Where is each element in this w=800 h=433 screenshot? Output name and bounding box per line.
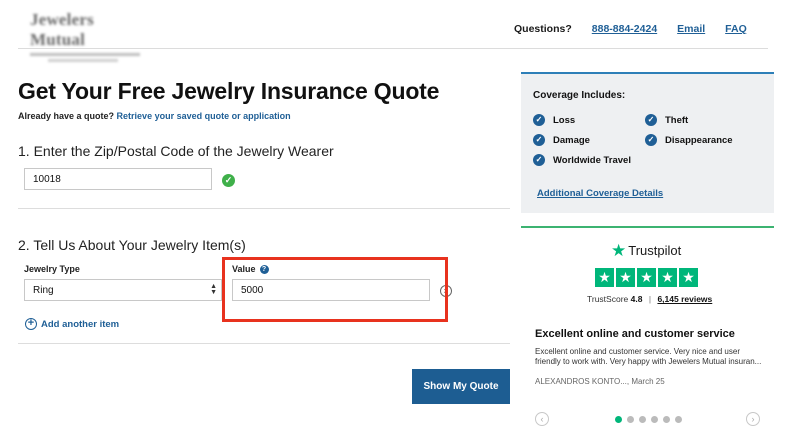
top-nav: Questions? 888-884-2424 Email FAQ [514,23,747,35]
additional-coverage-link[interactable]: Additional Coverage Details [537,188,663,199]
coverage-item-label: Damage [553,134,590,146]
coverage-item-label: Worldwide Travel [553,154,631,166]
carousel-prev-icon[interactable]: ‹ [535,412,549,426]
jewelers-mutual-logo[interactable]: Jewelers Mutual [30,10,150,62]
review-text: Excellent online and customer service. V… [535,347,762,366]
review-title: Excellent online and customer service [535,328,735,340]
trustpilot-name: Trustpilot [628,243,682,258]
carousel-dot[interactable] [627,416,634,423]
show-my-quote-button[interactable]: Show My Quote [412,369,510,404]
coverage-item: ✓ Damage [533,134,590,146]
jewelry-type-select[interactable]: Ring ▲ ▼ [24,279,222,301]
check-circle-icon: ✓ [645,114,657,126]
trustscore-line: TrustScore 4.8 | 6,145 reviews [587,294,712,304]
star-icon: ★ [595,268,614,287]
check-circle-icon: ✓ [533,134,545,146]
separator: | [648,294,652,304]
email-link[interactable]: Email [677,23,705,35]
carousel-dot[interactable] [651,416,658,423]
coverage-item: ✓ Worldwide Travel [533,154,631,166]
logo-tagline-line [48,59,118,62]
check-circle-icon: ✓ [645,134,657,146]
star-icon: ★ [679,268,698,287]
section-divider [18,208,510,209]
header-divider [18,48,768,49]
plus-circle-icon: + [25,318,37,330]
page-title: Get Your Free Jewelry Insurance Quote [18,78,440,104]
coverage-item-label: Theft [665,114,689,126]
coverage-item: ✓ Loss [533,114,575,126]
retrieve-quote-link[interactable]: Retrieve your saved quote or application [117,111,291,121]
retrieve-quote-prefix: Already have a quote? [18,111,115,121]
step2-heading: 2. Tell Us About Your Jewelry Item(s) [18,237,246,253]
retrieve-quote-line: Already have a quote? Retrieve your save… [18,111,291,121]
select-updown-icon: ▲ ▼ [210,283,217,296]
value-highlight-box [222,257,448,322]
check-circle-icon: ✓ [533,154,545,166]
star-icon: ★ [658,268,677,287]
carousel-dot[interactable] [663,416,670,423]
zip-code-input[interactable]: 10018 [24,168,212,190]
add-item-link[interactable]: + Add another item [25,318,119,330]
coverage-item-label: Loss [553,114,576,126]
coverage-panel: Coverage Includes: ✓ Loss ✓ Damage ✓ Wor… [521,72,774,213]
trustscore-label: TrustScore [587,294,629,304]
reviews-count-link[interactable]: 6,145 reviews [657,294,712,304]
add-item-label: Add another item [41,318,120,330]
step1-heading: 1. Enter the Zip/Postal Code of the Jewe… [18,143,334,159]
carousel-next-icon[interactable]: › [746,412,760,426]
jewelry-type-label: Jewelry Type [24,264,80,274]
trustpilot-rating-stars: ★ ★ ★ ★ ★ [595,268,700,287]
phone-link[interactable]: 888-884-2424 [592,23,657,35]
coverage-item: ✓ Disappearance [645,134,733,146]
zip-valid-check-icon: ✓ [222,174,235,187]
coverage-title: Coverage Includes: [533,90,626,101]
trustpilot-brand[interactable]: ★ Trustpilot [611,242,681,259]
check-circle-icon: ✓ [533,114,545,126]
questions-label: Questions? [514,23,572,35]
trustpilot-star-icon: ★ [611,241,627,260]
coverage-item-label: Disappearance [665,134,733,146]
logo-tagline-line [30,53,140,56]
coverage-item: ✓ Theft [645,114,688,126]
carousel-dot[interactable] [639,416,646,423]
carousel-dots [615,416,687,423]
trustpilot-widget: ★ Trustpilot ★ ★ ★ ★ ★ TrustScore 4.8 | … [521,226,774,433]
carousel-dot-active[interactable] [615,416,622,423]
section-divider [18,343,510,344]
star-icon: ★ [616,268,635,287]
star-icon: ★ [637,268,656,287]
trustscore-value: 4.8 [630,294,643,304]
review-author: ALEXANDROS KONTO..., March 25 [535,377,665,386]
jewelry-type-selected: Ring [33,285,54,296]
logo-text: Jewelers Mutual [30,10,94,49]
faq-link[interactable]: FAQ [725,23,747,35]
carousel-dot[interactable] [675,416,682,423]
